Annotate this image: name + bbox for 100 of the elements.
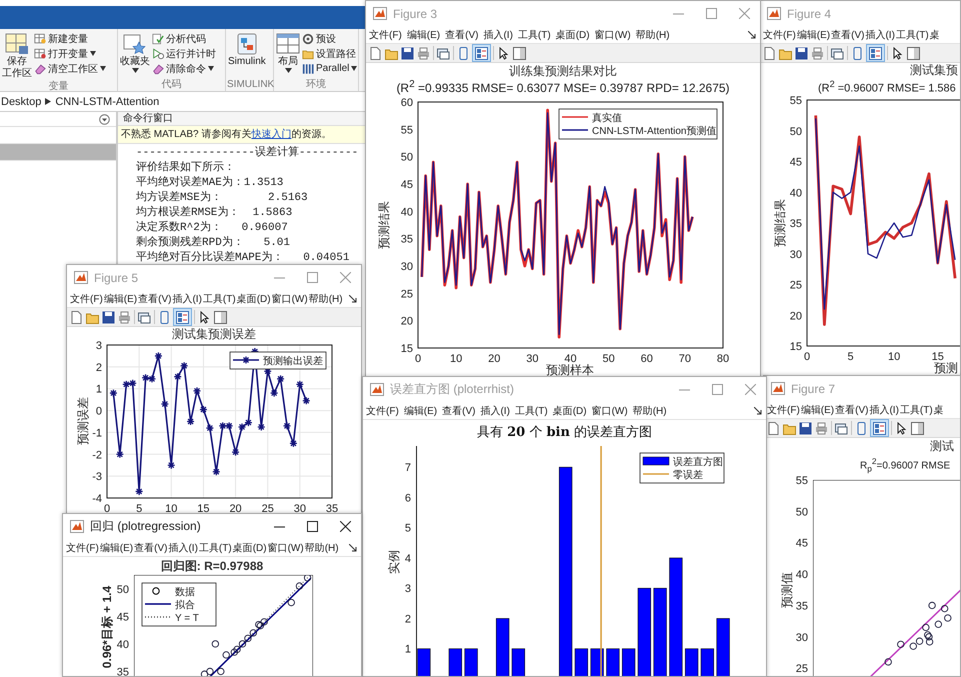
legend-label: 拟合 [175, 600, 195, 611]
tick-label: 30 [400, 261, 413, 273]
tick-label: 0 [96, 406, 102, 418]
tick-label: -1 [92, 427, 102, 440]
tick-label: 40 [790, 186, 802, 199]
tick-label: 20 [229, 503, 242, 513]
legend-label: 预测输出误差 [263, 356, 323, 367]
window-title: Figure 4 [787, 6, 832, 20]
tick-label: 25 [796, 664, 808, 676]
tick-label: -4 [92, 493, 102, 505]
tick-label: 0 [414, 353, 422, 365]
axis-label: 实例 [387, 550, 401, 574]
group-label: SIMULINK [227, 79, 272, 91]
output-line: 决定系数R^2为： 0.96007 [136, 221, 288, 236]
tick-label: 15 [790, 340, 802, 353]
tick-label: 5 [404, 522, 411, 535]
chart-title: 训练集预测结果对比 [508, 64, 618, 78]
tick-label: 20 [488, 353, 500, 365]
output-line: 评价结果如下所示： [136, 161, 235, 176]
tick-label: 70 [678, 353, 691, 365]
notice-text: 不熟悉 MATLAB? 请参阅有关快速入门的资源。 [120, 128, 332, 142]
tick-label: 40 [116, 638, 129, 651]
tick-label: 55 [796, 475, 808, 488]
tick-label: 3 [96, 340, 102, 352]
panel-title: 命令行窗口 [123, 113, 173, 124]
tick-label: 25 [262, 503, 274, 513]
chart-subtitle: R$_{p}$$^{2}$=0.96007 RMSE [859, 455, 952, 476]
group-label: 变量 [48, 81, 70, 93]
legend-label: Y = T [175, 613, 199, 624]
window-title: Figure 7 [791, 382, 836, 396]
output-line: 均方误差MSE为： 2.5163 [136, 191, 308, 206]
tick-label: 35 [116, 666, 129, 676]
tick-label: 2 [404, 613, 411, 626]
chart-subtitle: (R$^{2}$ =0.99335 RMSE= 0.63077 MSE= 0.39787 RPD= 12.2675) [395, 78, 731, 95]
tick-label: 55 [400, 124, 413, 136]
tick-label: 30 [526, 353, 538, 365]
chart-title: 具有 20 个 bin 的误差直方图 [476, 424, 654, 442]
window-title: 误差直方图 (ploterrhist) [390, 381, 514, 398]
tick-label: 15 [400, 343, 413, 355]
axis-label: 0.96*目标 + 1.4 [100, 586, 114, 668]
tick-label: 0 [804, 350, 810, 363]
tick-label: 10 [888, 350, 900, 363]
legend-label: CNN-LSTM-Attention预测值 [592, 126, 716, 137]
tick-label: 80 [716, 353, 730, 365]
tick-label: 15 [197, 503, 210, 513]
axis-label: 预测结果 [377, 201, 391, 249]
group-label: 代码 [160, 79, 182, 91]
tick-label: 50 [400, 152, 413, 164]
tick-label: 40 [796, 569, 808, 582]
tick-label: 50 [796, 506, 808, 519]
window-title: 回归 (plotregression) [90, 518, 201, 535]
tick-label: 30 [796, 632, 808, 644]
tick-label: 35 [796, 600, 808, 613]
tick-label: -2 [92, 449, 102, 462]
axis-label: 预测样本 [546, 363, 594, 377]
output-line: ------------------误差计算--------- [136, 146, 358, 161]
group-label: 环境 [305, 79, 328, 91]
tick-label: 30 [790, 248, 802, 260]
tick-label: 20 [790, 310, 802, 322]
tick-label: 35 [790, 218, 802, 230]
tick-label: 20 [400, 316, 413, 328]
tick-label: 6 [404, 492, 411, 504]
axis-label: 预测误差 [76, 397, 90, 445]
tick-label: 15 [932, 350, 944, 363]
tick-label: 2 [96, 362, 102, 374]
tick-label: 1 [404, 644, 411, 656]
chart-title: 测试集预测误差 [171, 327, 257, 341]
tick-label: 35 [400, 234, 413, 246]
tick-label: 60 [640, 353, 653, 365]
output-line: 平均绝对百分比误差MAPE为： 0.04051 [136, 251, 350, 266]
tick-label: 30 [294, 503, 306, 513]
tick-label: 50 [790, 125, 802, 138]
chart-title: 测试 [929, 438, 955, 454]
output-line: 均方根误差RMSE为： 1.5863 [136, 206, 292, 220]
tick-label: 5 [136, 503, 142, 513]
tick-label: 45 [116, 611, 129, 624]
tick-label: 7 [404, 462, 411, 474]
axis-label: 预测结果 [773, 198, 787, 247]
legend-label: 真实值 [592, 113, 622, 124]
tick-label: 0 [104, 503, 110, 513]
tick-label: 40 [564, 353, 577, 365]
tick-label: 35 [326, 503, 338, 513]
output-line: 平均绝对误差MAE为：1.3513 [136, 176, 284, 190]
tick-label: 50 [116, 584, 129, 596]
tick-label: 25 [790, 279, 802, 292]
axis-label: 预测 [934, 360, 958, 375]
chart-subtitle: (R$^{2}$ =0.96007 RMSE= 1.586 [817, 78, 957, 96]
tick-label: 45 [400, 179, 413, 191]
axis-label: 预测值 [780, 572, 794, 608]
tick-label: 10 [165, 503, 178, 513]
tick-label: 10 [450, 353, 462, 365]
tick-label: -3 [92, 471, 102, 484]
tick-label: 60 [400, 97, 413, 109]
tick-label: 3 [404, 583, 411, 596]
tick-label: 45 [796, 538, 808, 550]
tick-label: 55 [790, 94, 802, 107]
output-line: 剩余预测残差RPD为： 5.01 [136, 236, 290, 251]
legend-label: 零误差 [673, 470, 703, 481]
window-title: Figure 5 [94, 270, 138, 284]
tick-label: 40 [400, 206, 413, 218]
